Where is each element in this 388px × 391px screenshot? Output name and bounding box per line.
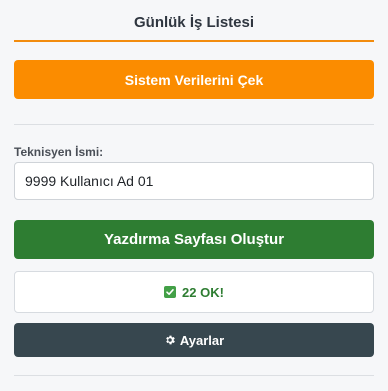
check-icon [164, 286, 177, 298]
fetch-system-data-button[interactable]: Sistem Verilerini Çek [14, 60, 374, 99]
daily-worklist-panel: Günlük İş Listesi Sistem Verilerini Çek … [0, 0, 388, 391]
technician-name-input[interactable] [14, 162, 374, 200]
bottom-divider [14, 375, 374, 376]
page-title: Günlük İş Listesi [133, 14, 255, 31]
status-text: 22 OK! [182, 284, 224, 300]
technician-name-label: Teknisyen İsmi: [14, 145, 104, 159]
section-divider [14, 124, 374, 125]
settings-button[interactable]: Ayarlar [14, 323, 374, 357]
settings-label: Ayarlar [179, 332, 225, 348]
gear-icon [164, 334, 176, 346]
status-message: 22 OK! [14, 271, 374, 313]
create-print-page-button[interactable]: Yazdırma Sayfası Oluştur [14, 220, 374, 259]
title-underline [14, 40, 374, 42]
